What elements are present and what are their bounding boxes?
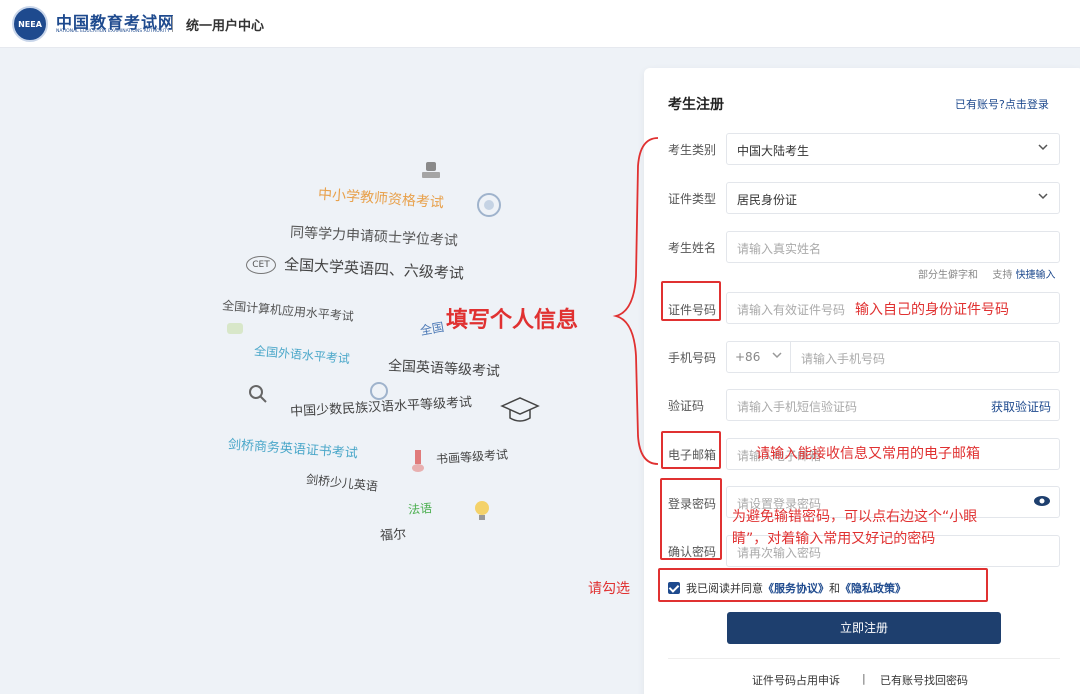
bg-word-fuer: 福尔 [379,527,407,544]
name-input[interactable]: 请输入真实姓名 [726,231,1060,263]
lightbulb-icon [472,498,492,524]
category-value: 中国大陆考生 [737,144,810,158]
graduation-cap-icon [500,396,540,426]
id-type-label: 证件类型 [668,192,717,206]
verification-code-input[interactable]: 请输入手机短信验证码 获取验证码 [726,389,1060,421]
bg-word-cet: 全国大学英语四、六级考试 [283,255,465,283]
cet-icon: CET [246,256,276,274]
bg-word-painting: 书画等级考试 [435,447,509,467]
annotation-id-hint: 输入自己的身份证件号码 [855,302,1009,318]
quick-input-link[interactable]: 快捷输入 [1016,270,1056,281]
annotation-checkbox-box [658,568,988,602]
id-appeal-link[interactable]: 证件号码占用申诉 [752,672,840,688]
annotation-fill-info: 填写个人信息 [446,308,579,333]
annotation-brace-icon [600,136,660,466]
rare-char-hint-support: 支持 [992,270,1013,281]
annotation-password-hint-2: 睛”，对着输入常用又好记的密码 [732,531,936,547]
annotation-check-hint: 请勾选 [588,581,630,597]
bg-word-minority-chinese: 中国少数民族汉语水平等级考试 [289,395,473,420]
neea-logo-icon[interactable]: NEEA [12,6,48,42]
badge-icon [476,192,502,218]
recover-password-link[interactable]: 已有账号找回密码 [880,672,968,688]
bg-word-cambridge-kids: 剑桥少儿英语 [305,472,379,494]
panel-title: 考生注册 [668,97,724,113]
rare-char-hint: 部分生僻字和 支持 快捷输入 [918,266,1056,281]
footer-divider [668,658,1060,659]
register-button[interactable]: 立即注册 [727,612,1001,644]
header-divider [172,16,173,32]
phone-field: +86 请输入手机号码 [726,341,1060,373]
eye-icon[interactable] [1033,493,1051,509]
footer-separator: | [862,672,866,685]
id-number-placeholder: 请输入有效证件号码 [737,303,846,317]
bg-word-english-level: 全国英语等级考试 [387,358,501,380]
annotation-id-box [661,281,721,321]
bg-word-master-degree: 同等学力申请硕士学位考试 [289,224,459,250]
annotation-password-hint-1: 为避免输错密码，可以点右边这个“小眼 [732,509,978,525]
chevron-down-icon [771,349,783,364]
top-bar: NEEA 中国教育考试网 NATIONAL EDUCATION EXAMINAT… [0,0,1080,48]
bg-word-foreign-lang: 全国外语水平考试 [253,343,351,367]
chat-icon [226,322,244,338]
verification-code-label: 验证码 [668,399,705,413]
logo-emblem-text: NEEA [18,20,42,29]
bg-word-french: 法语 [407,501,433,517]
id-type-value: 居民身份证 [737,193,798,207]
get-code-button[interactable]: 获取验证码 [991,398,1051,415]
category-select[interactable]: 中国大陆考生 [726,133,1060,165]
search-icon [248,384,268,404]
stamp-icon [420,160,442,180]
category-label: 考生类别 [668,143,717,157]
verification-code-placeholder: 请输入手机短信验证码 [737,400,858,414]
header-subtitle: 统一用户中心 [186,19,265,34]
phone-label: 手机号码 [668,351,717,365]
rare-char-hint-text: 部分生僻字和 [918,270,978,281]
brush-icon [408,448,428,474]
name-label: 考生姓名 [668,241,717,255]
country-code-select[interactable]: +86 [727,342,791,372]
chevron-down-icon [1037,190,1049,205]
bg-word-cambridge-business: 剑桥商务英语证书考试 [227,437,359,462]
annotation-email-box [661,431,721,469]
name-placeholder: 请输入真实姓名 [737,242,822,256]
country-code-value: +86 [735,350,761,364]
phone-placeholder[interactable]: 请输入手机号码 [801,350,885,367]
bg-word-national-partial: 全国 [419,320,446,338]
logo-subtitle-en: NATIONAL EDUCATION EXAMINATIONS AUTHORIT… [56,29,170,34]
chevron-down-icon [1037,141,1049,156]
annotation-email-hint: 请输入能接收信息又常用的电子邮箱 [756,446,980,462]
annotation-password-box [660,478,722,560]
id-type-select[interactable]: 居民身份证 [726,182,1060,214]
bg-word-computer: 全国计算机应用水平考试 [221,298,355,324]
bg-word-teacher-cert: 中小学教师资格考试 [317,186,445,212]
login-link[interactable]: 已有账号?点击登录 [955,96,1049,112]
